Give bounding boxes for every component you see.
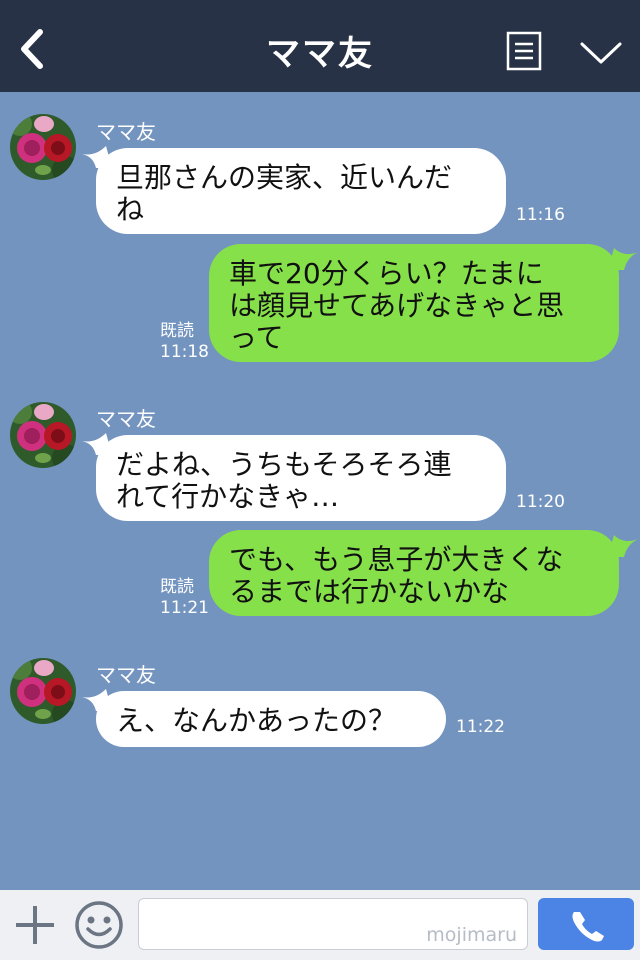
message-time: 11:20 xyxy=(516,492,565,512)
phone-icon xyxy=(572,912,604,942)
chat-title: ママ友 xyxy=(266,34,374,74)
message-bubble[interactable]: だよね、うちもそろそろ連 れて行かなきゃ… xyxy=(96,435,506,521)
bubble-tail xyxy=(608,535,638,557)
avatar[interactable] xyxy=(10,658,76,724)
sender-name: ママ友 xyxy=(96,120,156,144)
avatar[interactable] xyxy=(10,114,76,180)
message-bubble[interactable]: 車で20分くらい？たまに は顔見せてあげなきゃと思 って xyxy=(209,244,619,362)
call-button[interactable] xyxy=(538,898,634,950)
input-bar: mojimaru xyxy=(0,890,640,960)
menu-toggle-button[interactable] xyxy=(578,36,624,70)
add-button[interactable] xyxy=(14,904,56,946)
rose-avatar-image xyxy=(10,402,76,468)
watermark-text: mojimaru xyxy=(426,924,517,946)
sender-name: ママ友 xyxy=(96,407,156,431)
plus-icon xyxy=(16,906,54,944)
notes-button[interactable] xyxy=(506,31,542,71)
rose-avatar-image xyxy=(10,658,76,724)
message-time: 11:21 xyxy=(160,598,209,618)
message-bubble[interactable]: でも、もう息子が大きくな るまでは行かないかな xyxy=(209,530,619,616)
chat-area[interactable]: ママ友 旦那さんの実家、近いんだ ね 11:16 既読 11:18 車で20分く… xyxy=(0,92,640,890)
avatar[interactable] xyxy=(10,402,76,468)
message-bubble[interactable]: え、なんかあったの？ xyxy=(96,691,446,747)
rose-avatar-image xyxy=(10,114,76,180)
message-input[interactable]: mojimaru xyxy=(138,898,528,950)
smiley-icon xyxy=(75,901,123,949)
notes-icon xyxy=(506,31,542,71)
message-time: 11:22 xyxy=(456,717,505,737)
sender-name: ママ友 xyxy=(96,663,156,687)
emoji-button[interactable] xyxy=(74,900,124,950)
read-receipt: 既読 xyxy=(160,321,194,341)
message-time: 11:18 xyxy=(160,342,209,362)
bubble-tail xyxy=(608,248,638,270)
message-bubble[interactable]: 旦那さんの実家、近いんだ ね xyxy=(96,148,506,234)
chat-header: ママ友 xyxy=(0,0,640,92)
read-receipt: 既読 xyxy=(160,577,194,597)
chevron-down-icon xyxy=(580,42,622,64)
message-time: 11:16 xyxy=(516,205,565,225)
